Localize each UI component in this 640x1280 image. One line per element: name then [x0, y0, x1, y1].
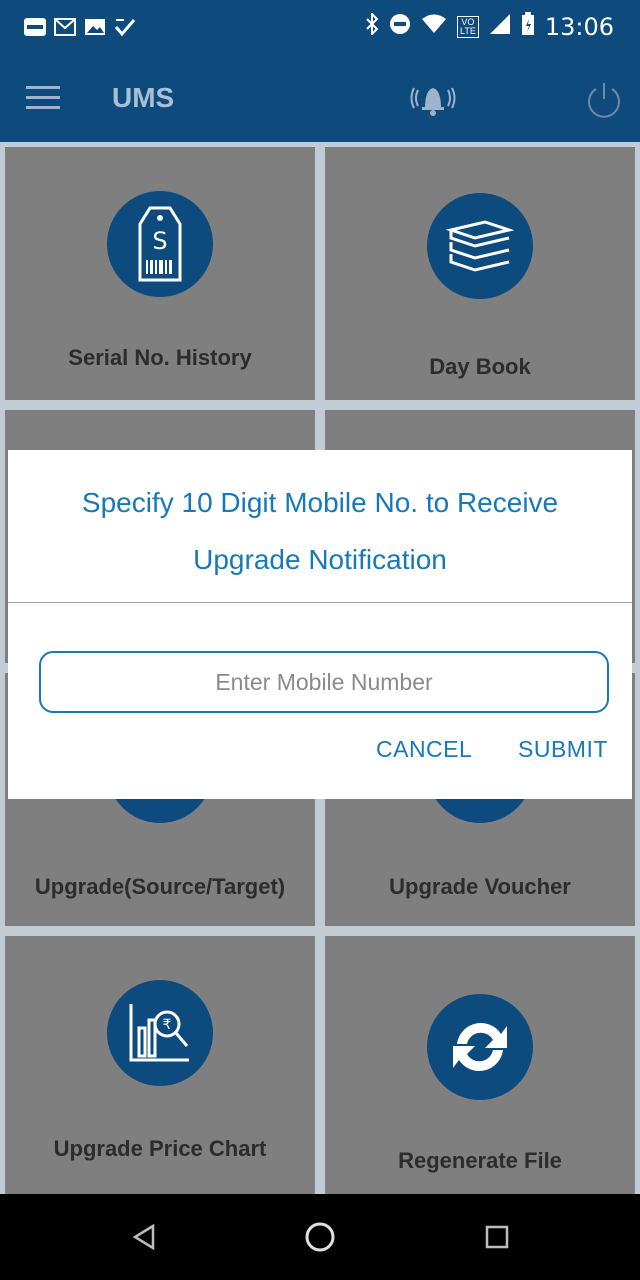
menu-icon[interactable] [26, 86, 60, 112]
navigation-bar [0, 1194, 640, 1280]
tile-label: Regenerate File [398, 1148, 562, 1173]
back-icon[interactable] [127, 1220, 161, 1254]
dialog-title: Specify 10 Digit Mobile No. to Receive U… [28, 474, 612, 588]
notification-icons [24, 16, 136, 38]
checkmark-icon [114, 16, 136, 38]
tile-label: Upgrade Voucher [389, 874, 571, 899]
books-icon [427, 193, 533, 299]
submit-button[interactable]: SUBMIT [518, 736, 608, 763]
do-not-disturb-icon [389, 13, 411, 40]
svg-text:S: S [152, 227, 167, 255]
paytm-icon [24, 16, 46, 38]
mobile-number-dialog: Specify 10 Digit Mobile No. to Receive U… [8, 450, 632, 799]
price-tag-icon: S [107, 191, 213, 297]
dialog-title-line2: Upgrade Notification [193, 544, 447, 575]
app-title: UMS [112, 82, 175, 113]
cancel-button[interactable]: CANCEL [376, 736, 472, 763]
clock: 13:06 [544, 12, 614, 41]
tile-label: Upgrade(Source/Target) [34, 874, 286, 899]
gmail-icon [54, 16, 76, 38]
app-bar: UMS [0, 56, 640, 142]
bluetooth-icon [365, 11, 379, 40]
battery-icon [521, 12, 535, 41]
power-icon[interactable] [584, 80, 624, 120]
tile-label: Upgrade Price Chart [53, 1136, 267, 1161]
tile-regenerate-file[interactable]: Regenerate File [325, 936, 635, 1194]
tile-day-book[interactable]: Day Book [325, 147, 635, 400]
signal-icon [489, 13, 511, 40]
status-bar: VO LTE 13:06 [0, 0, 640, 56]
recents-icon[interactable] [480, 1220, 514, 1254]
price-chart-icon: ₹ [107, 980, 213, 1086]
tile-label: Day Book [429, 354, 531, 379]
notification-bell-icon[interactable] [410, 78, 456, 118]
mobile-number-input[interactable] [39, 651, 609, 713]
tile-upgrade-price-chart[interactable]: ₹ Upgrade Price Chart [5, 936, 315, 1194]
svg-text:₹: ₹ [163, 1017, 172, 1033]
wifi-icon [421, 14, 447, 39]
volte-icon: VO LTE [456, 15, 479, 38]
tile-serial-no-history[interactable]: S Serial No. History [5, 147, 315, 400]
tile-label: Serial No. History [68, 345, 252, 370]
system-icons: VO LTE 13:06 [365, 11, 614, 41]
dialog-title-line1: Specify 10 Digit Mobile No. to Receive [81, 487, 559, 518]
refresh-icon [427, 994, 533, 1100]
dialog-divider [8, 602, 632, 603]
home-icon[interactable] [303, 1220, 337, 1254]
gallery-icon [84, 16, 106, 38]
